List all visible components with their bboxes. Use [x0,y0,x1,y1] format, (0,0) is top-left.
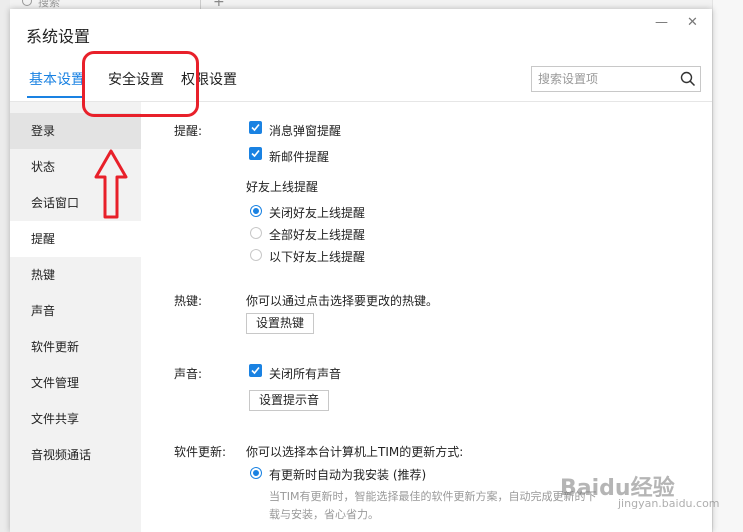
mute-all-label: 关闭所有声音 [269,367,342,381]
set-alert-sound-button[interactable]: 设置提示音 [249,390,330,411]
section-label-update: 软件更新: [174,445,227,459]
update-description: 你可以选择本台计算机上TIM的更新方式: [246,445,464,459]
check-icon [251,123,260,132]
friend-online-off-label: 关闭好友上线提醒 [269,206,366,220]
active-tab-indicator [27,96,83,98]
popup-reminder-label: 消息弹窗提醒 [269,124,342,138]
section-label-hotkey: 热键: [174,294,203,308]
auto-install-radio[interactable] [250,467,262,479]
auto-install-detail-line1: 当TIM有更新时，智能选择最佳的软件更新方案，自动完成更新的下 [269,490,597,503]
auto-install-detail-line2: 载与安装，省心省力。 [269,508,379,521]
close-icon[interactable]: ✕ [687,15,698,30]
section-label-sound: 声音: [174,367,203,381]
background-app-edge [0,0,10,532]
sidebar-item-av-call[interactable]: 音视频通话 [10,437,141,473]
friend-online-all-radio[interactable] [250,227,262,239]
friend-online-selected-radio[interactable] [250,249,262,261]
sidebar-item-reminder[interactable]: 提醒 [10,221,141,257]
mute-all-checkbox[interactable] [249,364,262,377]
sidebar-item-login[interactable]: 登录 [10,113,141,149]
check-icon [251,366,260,375]
annotation-highlight-box [82,51,199,117]
baidu-watermark-url: jingyan.baidu.com [618,497,720,510]
friend-online-selected-label: 以下好友上线提醒 [269,250,366,264]
mail-reminder-label: 新邮件提醒 [269,150,330,164]
background-search-label: 搜索 [38,0,60,9]
friend-online-title: 好友上线提醒 [246,180,319,194]
section-label-reminder: 提醒: [174,124,203,138]
check-icon [251,149,260,158]
popup-reminder-checkbox[interactable] [249,121,262,134]
set-hotkey-button[interactable]: 设置热键 [246,313,315,334]
sidebar-item-software-update[interactable]: 软件更新 [10,329,141,365]
sidebar-item-hotkey[interactable]: 热键 [10,257,141,293]
settings-search-input[interactable] [538,70,674,88]
settings-dialog: 系统设置 — ✕ 基本设置 安全设置 权限设置 登录 状态 会话窗口 提醒 热键… [10,9,712,532]
settings-search-box[interactable] [531,66,701,92]
auto-install-label: 有更新时自动为我安装 (推荐) [269,468,427,482]
settings-content: 提醒: 消息弹窗提醒 新邮件提醒 好友上线提醒 关闭好友上线提醒 全部好友上线提… [141,102,712,532]
search-icon [22,0,32,6]
sidebar-item-sound[interactable]: 声音 [10,293,141,329]
annotation-up-arrow [94,149,128,219]
friend-online-all-label: 全部好友上线提醒 [269,228,366,242]
mail-reminder-checkbox[interactable] [249,147,262,160]
sidebar-item-file-management[interactable]: 文件管理 [10,365,141,401]
friend-online-off-radio[interactable] [250,205,262,217]
sidebar-item-file-sharing[interactable]: 文件共享 [10,401,141,437]
minimize-icon[interactable]: — [655,15,668,30]
search-icon[interactable] [680,71,696,87]
tab-basic-settings[interactable]: 基本设置 [29,69,85,89]
hotkey-description: 你可以通过点击选择要更改的热键。 [246,294,439,308]
background-right-panel [712,0,743,532]
dialog-title: 系统设置 [26,27,91,46]
